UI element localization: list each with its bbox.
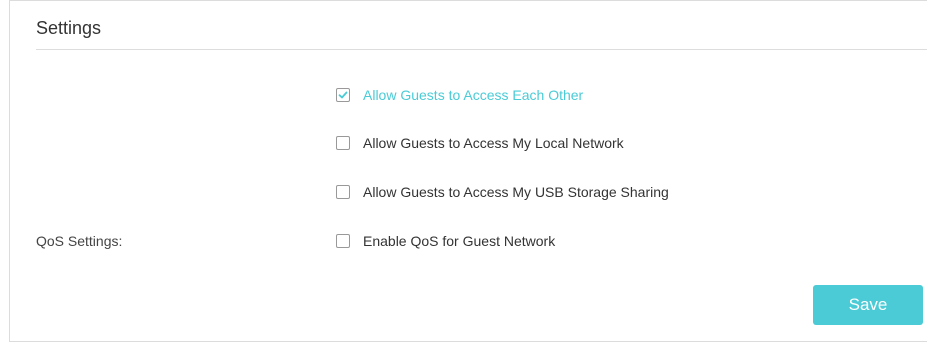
option-allow-guests-usb-storage[interactable]: Allow Guests to Access My USB Storage Sh…: [336, 184, 669, 200]
checkbox-unchecked-icon[interactable]: [336, 234, 350, 248]
settings-panel: [9, 0, 927, 342]
save-button[interactable]: Save: [813, 285, 923, 325]
option-allow-guests-local-network[interactable]: Allow Guests to Access My Local Network: [336, 135, 624, 151]
section-divider: [36, 49, 927, 50]
option-label: Enable QoS for Guest Network: [363, 233, 556, 249]
option-allow-guests-each-other[interactable]: Allow Guests to Access Each Other: [336, 87, 583, 103]
qos-settings-label: QoS Settings:: [36, 233, 123, 249]
checkbox-unchecked-icon[interactable]: [336, 136, 350, 150]
checkbox-unchecked-icon[interactable]: [336, 185, 350, 199]
checkbox-checked-icon[interactable]: [336, 88, 350, 102]
option-label: Allow Guests to Access My USB Storage Sh…: [363, 184, 669, 200]
section-title: Settings: [36, 18, 102, 38]
option-enable-qos-guest[interactable]: Enable QoS for Guest Network: [336, 233, 555, 249]
option-label: Allow Guests to Access Each Other: [363, 87, 584, 103]
option-label: Allow Guests to Access My Local Network: [363, 135, 624, 151]
